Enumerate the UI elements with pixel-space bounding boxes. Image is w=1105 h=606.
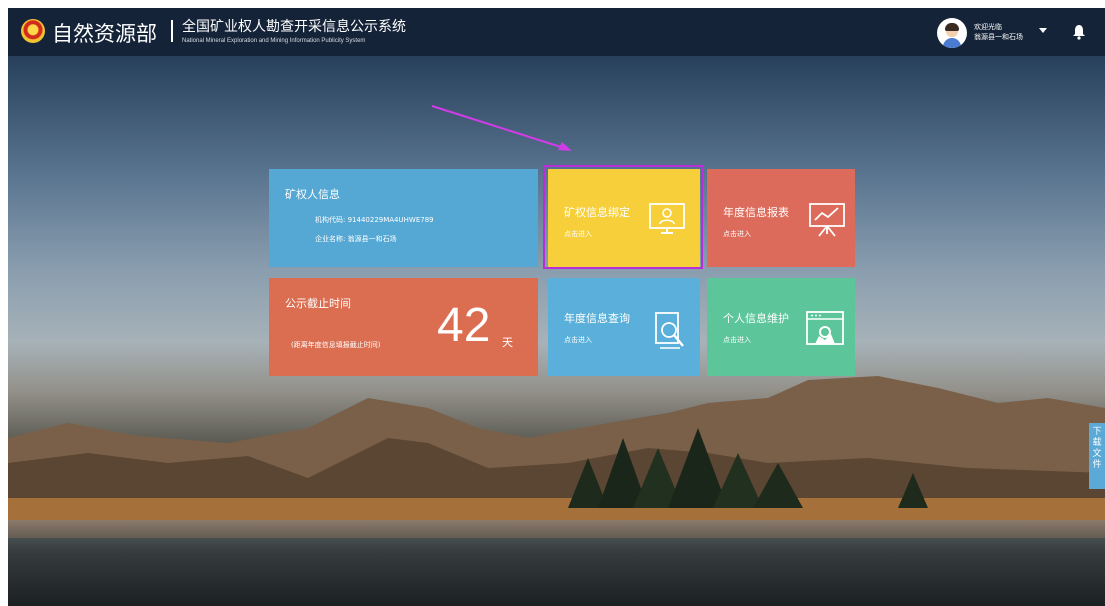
- ministry-name: 自然资源部: [52, 22, 157, 46]
- settings-window-icon: [806, 311, 844, 345]
- annual-query-tile[interactable]: 年度信息查询 点击进入: [548, 278, 700, 376]
- annual-query-action: 点击进入: [564, 336, 592, 344]
- days-unit: 天: [502, 336, 513, 349]
- org-code-row: 机构代码: 91440229MA4UHWE789: [315, 215, 434, 225]
- top-header-bar: 自然资源部 全国矿业权人勘查开采信息公示系统 National Mineral …: [8, 8, 1105, 56]
- user-name[interactable]: 翁源县一和石场: [974, 32, 1023, 42]
- deadline-title: 公示截止时间: [285, 297, 351, 310]
- annual-report-action: 点击进入: [723, 230, 751, 238]
- org-code-label: 机构代码:: [315, 216, 346, 224]
- system-title-english: National Mineral Exploration and Mining …: [182, 38, 366, 44]
- national-emblem-logo: [21, 19, 45, 43]
- holder-info-card: 矿权人信息 机构代码: 91440229MA4UHWE789 企业名称: 翁源县…: [269, 169, 538, 267]
- app-window: 自然资源部 全国矿业权人勘查开采信息公示系统 National Mineral …: [8, 8, 1105, 606]
- system-title: 全国矿业权人勘查开采信息公示系统: [182, 19, 406, 35]
- days-remaining: 42: [437, 299, 491, 352]
- bell-icon[interactable]: [1072, 24, 1086, 40]
- download-files-tab[interactable]: 下载文件: [1089, 423, 1105, 489]
- company-value: 翁源县一和石场: [347, 235, 397, 243]
- deadline-card: 公示截止时间 (距离年度信息填报截止时间) 42 天: [269, 278, 538, 376]
- annual-report-tile[interactable]: 年度信息报表 点击进入: [707, 169, 855, 267]
- personal-info-action: 点击进入: [723, 336, 751, 344]
- welcome-text: 欢迎光临: [974, 23, 1002, 31]
- personal-info-title: 个人信息维护: [723, 312, 789, 325]
- company-row: 企业名称: 翁源县一和石场: [315, 234, 397, 244]
- personal-info-tile[interactable]: 个人信息维护 点击进入: [707, 278, 855, 376]
- annual-report-title: 年度信息报表: [723, 206, 789, 219]
- chevron-down-icon[interactable]: [1039, 28, 1047, 33]
- deadline-note: (距离年度信息填报截止时间): [291, 341, 381, 349]
- company-label: 企业名称:: [315, 235, 346, 243]
- org-code-value: 91440229MA4UHWE789: [347, 216, 434, 224]
- highlight-box: [543, 165, 703, 269]
- document-search-icon: [655, 312, 684, 349]
- user-avatar[interactable]: [937, 18, 967, 48]
- presentation-chart-icon: [809, 203, 845, 237]
- title-divider: [171, 20, 173, 42]
- annual-query-title: 年度信息查询: [564, 312, 630, 325]
- holder-info-title: 矿权人信息: [285, 188, 340, 201]
